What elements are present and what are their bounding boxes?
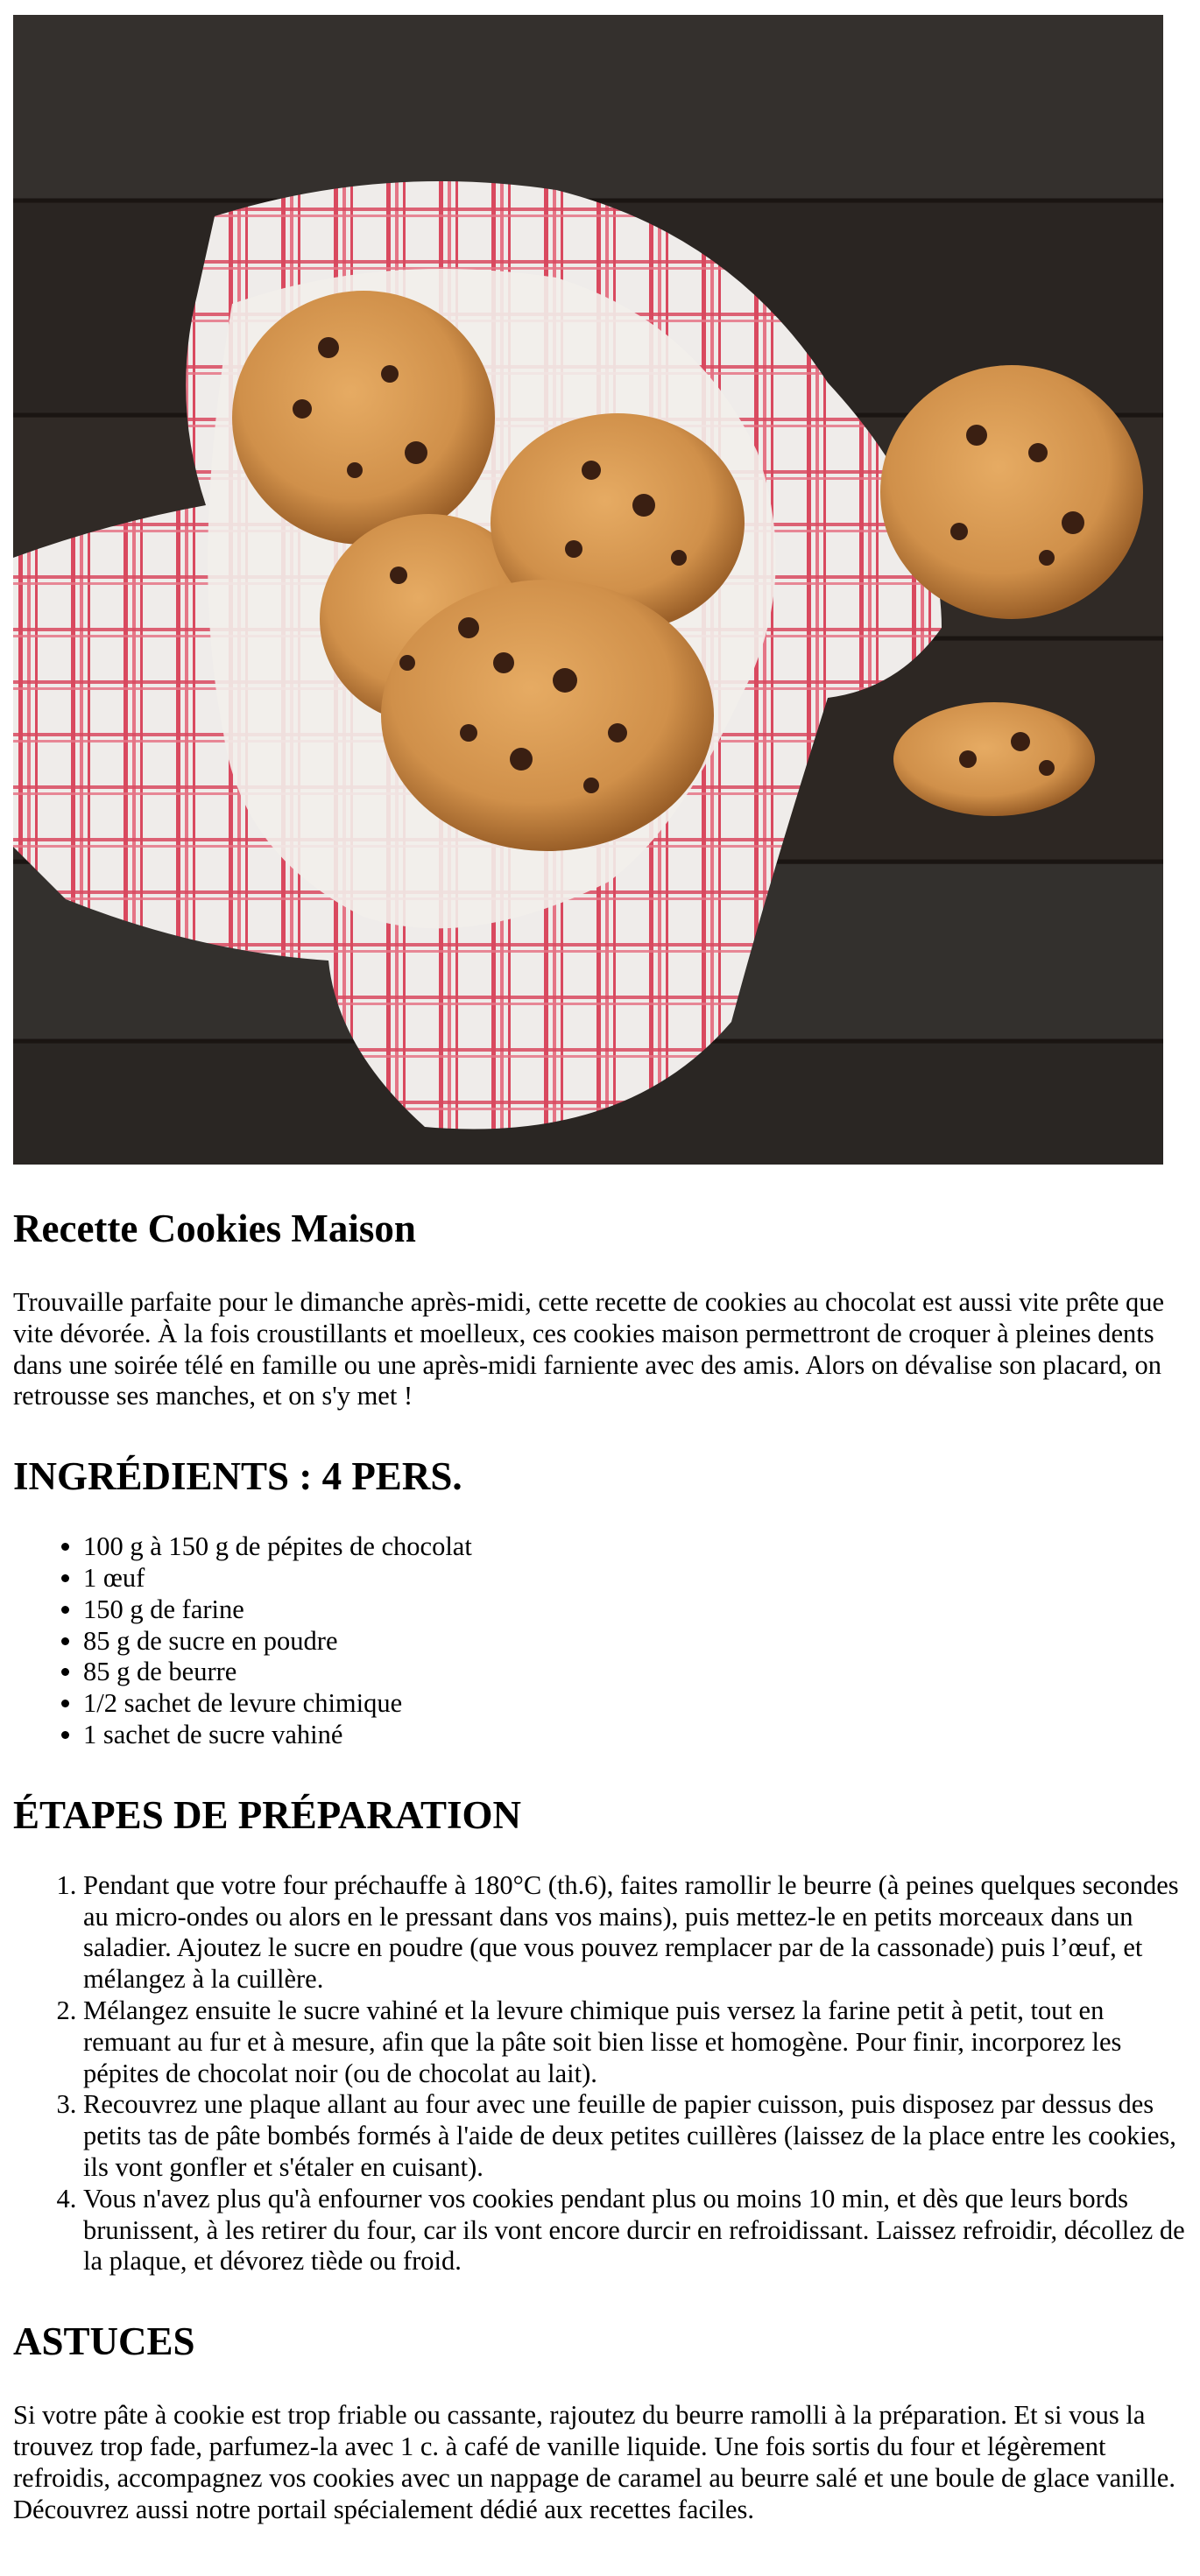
tips-heading: ASTUCES [13,2319,195,2364]
step-item: Recouvrez une plaque allant au four avec… [83,2089,1187,2183]
steps-heading: ÉTAPES DE PRÉPARATION [13,1792,522,1837]
tips-text: Si votre pâte à cookie est trop friable … [13,2400,1175,2524]
step-item: Pendant que votre four préchauffe à 180°… [83,1870,1187,1995]
recipe-page: Recette Cookies Maison Trouvaille parfai… [0,0,1200,2525]
ingredient-item: 85 g de sucre en poudre [83,1626,1187,1658]
ingredient-item: 1 œuf [83,1563,1187,1594]
ingredient-item: 150 g de farine [83,1594,1187,1626]
ingredient-item: 1 sachet de sucre vahiné [83,1720,1187,1751]
step-item: Vous n'avez plus qu'à enfourner vos cook… [83,2184,1187,2277]
step-item: Mélangez ensuite le sucre vahiné et la l… [83,1995,1187,2089]
ingredient-item: 100 g à 150 g de pépites de chocolat [83,1531,1187,1563]
recipe-intro: Trouvaille parfaite pour le dimanche apr… [13,1287,1165,1411]
ingredient-item: 85 g de beurre [83,1657,1187,1688]
ingredients-heading: INGRÉDIENTS : 4 PERS. [13,1454,462,1499]
ingredients-list: 100 g à 150 g de pépites de chocolat 1 œ… [13,1531,1187,1751]
recipe-title: Recette Cookies Maison [13,1207,416,1250]
ingredient-item: 1/2 sachet de levure chimique [83,1688,1187,1720]
steps-list: Pendant que votre four préchauffe à 180°… [13,1870,1187,2277]
cookies-photo [13,15,1163,1165]
